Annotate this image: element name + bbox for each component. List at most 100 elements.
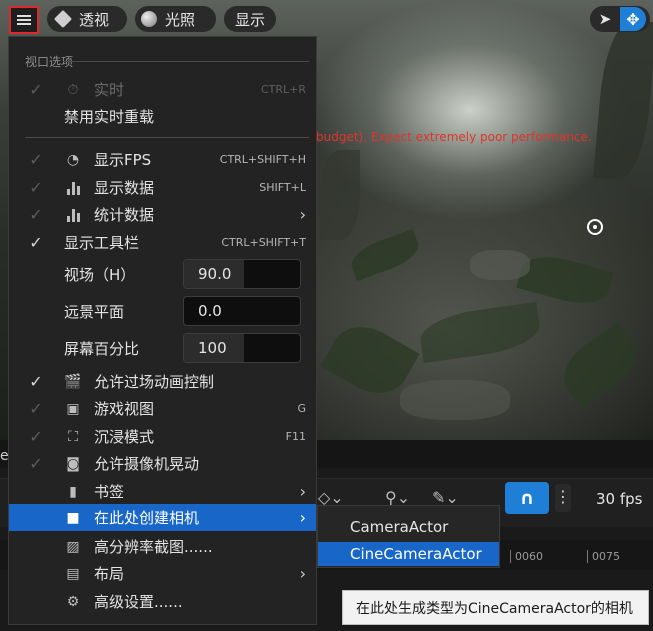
landscape-image-icon: ▣	[66, 400, 80, 417]
menu-item-label: 禁用实时重载	[64, 108, 155, 126]
chevron-right-icon: ›	[299, 508, 306, 527]
submenu-item-cine-camera-actor[interactable]: CineCameraActor	[318, 542, 499, 566]
section-divider	[63, 61, 309, 62]
fullscreen-corners-icon: ⛶	[68, 428, 78, 445]
check-icon: ✓	[29, 372, 43, 391]
menu-item-immersive-mode[interactable]: ✓ ⛶ 沉浸模式 F11	[9, 423, 316, 450]
shortcut-label: F11	[285, 430, 306, 443]
menu-item-label: 视场（H）	[64, 265, 136, 284]
shortcut-label: CTRL+R	[260, 83, 306, 96]
menu-item-disable-realtime-override[interactable]: 禁用实时重载	[9, 103, 316, 130]
menu-item-game-view[interactable]: ✓ ▣ 游戏视图 G	[9, 395, 316, 422]
far-plane-input[interactable]: 0.0	[183, 296, 301, 326]
submenu-item-label: CineCameraActor	[350, 545, 482, 563]
show-label: 显示	[234, 10, 265, 29]
check-icon: ✓	[29, 427, 43, 446]
menu-item-label: 显示数据	[94, 179, 155, 197]
hamburger-icon	[17, 15, 31, 25]
stopwatch-icon: ⏱	[67, 81, 79, 98]
check-icon: ✓	[29, 233, 43, 252]
timeline-tick: 0060	[510, 550, 543, 563]
check-icon: ✓	[29, 150, 43, 169]
menu-item-advanced-settings[interactable]: ⚙ 高级设置......	[9, 588, 316, 615]
menu-item-label: 高分辨率截图......	[94, 538, 213, 556]
perspective-label: 透视	[79, 10, 110, 29]
bookmark-icon: ▮	[69, 483, 77, 500]
menu-item-show-toolbar[interactable]: ✓ 显示工具栏 CTRL+SHIFT+T	[9, 229, 316, 256]
show-button[interactable]: 显示	[224, 6, 276, 32]
shortcut-label: CTRL+SHIFT+T	[221, 236, 306, 249]
fov-value: 90.0	[198, 265, 232, 283]
menu-item-create-camera-here[interactable]: ■ 在此处创建相机 ›	[9, 504, 316, 531]
lit-sphere-icon	[141, 11, 157, 27]
menu-item-label: 屏幕百分比	[64, 339, 140, 358]
perspective-button[interactable]: 透视	[47, 6, 127, 32]
submenu-item-label: CameraActor	[350, 518, 449, 536]
clapperboard-icon: 🎬	[64, 373, 82, 390]
chevron-right-icon: ›	[299, 205, 306, 224]
menu-item-high-res-screenshot[interactable]: ▨ 高分辨率截图......	[9, 533, 316, 560]
check-icon: ✓	[29, 178, 43, 197]
lighting-label: 光照	[165, 10, 196, 29]
camera-shake-icon: ◙	[66, 455, 80, 472]
menu-item-camera-shake[interactable]: ✓ ◙ 允许摄像机晃动	[9, 450, 316, 477]
frame-rate-label[interactable]: 30 fps	[596, 490, 642, 508]
tooltip-text: 在此处生成类型为CineCameraActor的相机	[356, 600, 633, 617]
menu-item-realtime[interactable]: ✓ ⏱ 实时 CTRL+R	[9, 76, 316, 103]
submenu-item-camera-actor[interactable]: CameraActor	[318, 515, 499, 539]
more-options-icon[interactable]: ⋮	[555, 484, 571, 512]
layout-grid-icon: ▤	[66, 565, 80, 582]
bar-chart-icon	[64, 179, 82, 197]
create-camera-submenu: CameraActor CineCameraActor	[317, 505, 500, 568]
lighting-button[interactable]: 光照	[135, 6, 216, 32]
menu-separator	[25, 137, 309, 138]
menu-item-cinematic-control[interactable]: ✓ 🎬 允许过场动画控制	[9, 368, 316, 395]
menu-item-label: 实时	[94, 81, 125, 99]
tooltip: 在此处生成类型为CineCameraActor的相机	[342, 590, 649, 625]
menu-item-label: 在此处创建相机	[94, 509, 200, 527]
menu-item-layouts[interactable]: ▤ 布局 ›	[9, 560, 316, 587]
chevron-right-icon: ›	[299, 564, 306, 583]
menu-item-show-stats[interactable]: ✓ 显示数据 SHIFT+L	[9, 174, 316, 201]
menu-item-stat-data[interactable]: ✓ 统计数据 ›	[9, 201, 316, 228]
check-icon: ✓	[29, 454, 43, 473]
menu-item-bookmarks[interactable]: ▮ 书签 ›	[9, 478, 316, 505]
viewport-options-menu: 视口选项 ✓ ⏱ 实时 CTRL+R 禁用实时重载 ✓ ◔ 显示FPS CTRL…	[8, 36, 317, 625]
check-icon: ✓	[29, 205, 43, 224]
cursor-arrow-icon: ➤	[598, 10, 612, 28]
check-icon: ✓	[29, 399, 43, 418]
fov-input[interactable]: 90.0	[183, 259, 301, 289]
select-tool-button[interactable]: ➤	[590, 6, 620, 32]
performance-warning: budget). Expect extremely poor performan…	[316, 130, 592, 144]
menu-item-label: 布局	[94, 565, 125, 583]
menu-item-label: 统计数据	[94, 206, 155, 224]
menu-item-label: 沉浸模式	[94, 428, 155, 446]
gear-icon: ⚙	[66, 593, 80, 610]
viewport-options-menu-button[interactable]	[9, 6, 39, 34]
shortcut-label: G	[297, 402, 306, 415]
menu-item-label: 显示FPS	[94, 151, 152, 169]
chevron-right-icon: ›	[299, 482, 306, 501]
check-icon: ✓	[29, 80, 43, 99]
move-tool-button[interactable]: ✥	[620, 7, 646, 31]
menu-item-label: 游戏视图	[94, 400, 155, 418]
gauge-icon: ◔	[66, 151, 80, 168]
timeline-tick: 0075	[587, 550, 620, 563]
menu-item-label: 允许摄像机晃动	[94, 455, 200, 473]
picture-icon: ▨	[66, 538, 80, 555]
bar-chart-icon	[64, 206, 82, 224]
far-plane-value: 0.0	[198, 302, 222, 320]
menu-item-show-fps[interactable]: ✓ ◔ 显示FPS CTRL+SHIFT+H	[9, 146, 316, 173]
screen-percentage-value: 100	[198, 339, 227, 357]
cube-icon	[53, 9, 73, 29]
menu-item-label: 书签	[94, 483, 125, 501]
pivot-gizmo-icon[interactable]	[587, 219, 603, 235]
snap-magnet-button[interactable]: ∩	[505, 482, 549, 514]
magnet-icon: ∩	[519, 487, 535, 509]
camera-add-icon: ■	[66, 509, 80, 526]
shortcut-label: SHIFT+L	[259, 181, 306, 194]
menu-item-label: 允许过场动画控制	[94, 373, 215, 391]
menu-item-label: 远景平面	[64, 302, 125, 321]
move-arrows-icon: ✥	[626, 9, 640, 29]
screen-percentage-input[interactable]: 100	[183, 333, 301, 363]
